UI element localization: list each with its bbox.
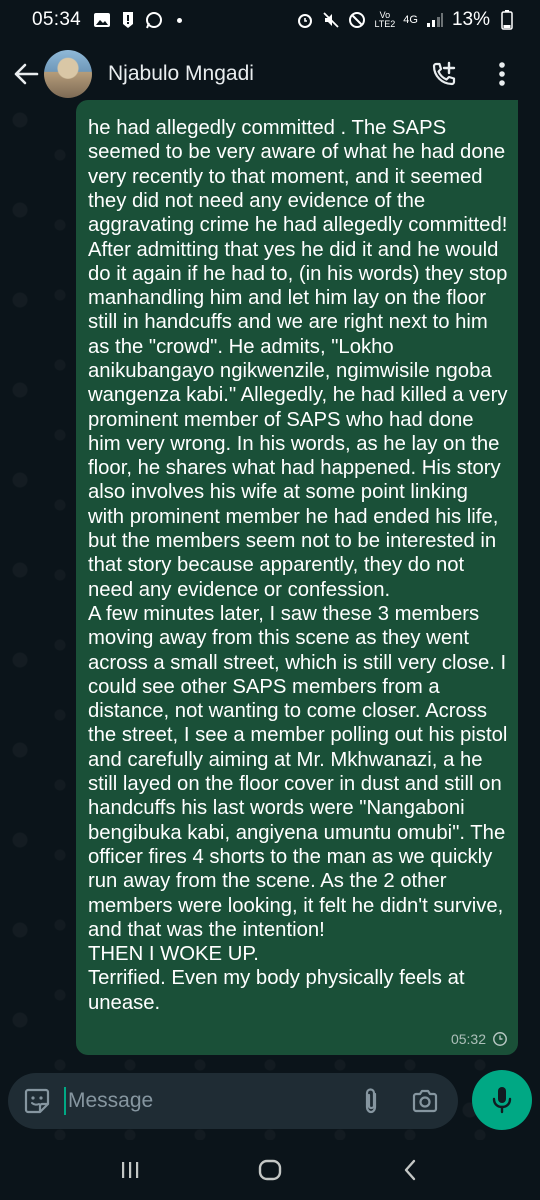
sticker-icon xyxy=(24,1088,50,1114)
message-meta: 05:32 xyxy=(451,1031,508,1047)
header-actions xyxy=(424,54,530,94)
sticker-button[interactable] xyxy=(20,1084,54,1118)
kebab-menu-icon xyxy=(499,62,505,86)
pending-clock-icon xyxy=(493,1032,507,1046)
system-nav-bar xyxy=(0,1140,540,1200)
paperclip-icon xyxy=(365,1088,377,1114)
gallery-icon xyxy=(93,11,111,29)
mute-icon xyxy=(322,11,340,29)
composer-actions xyxy=(356,1081,446,1121)
nav-back-icon xyxy=(404,1159,416,1181)
back-button[interactable] xyxy=(10,54,42,94)
microphone-icon xyxy=(492,1087,512,1114)
do-not-disturb-icon xyxy=(348,11,366,29)
home-button[interactable] xyxy=(250,1150,290,1190)
whatsapp-icon xyxy=(145,11,163,29)
battery-percent: 13% xyxy=(451,9,490,30)
system-icons: Vo LTE2 4G 13% xyxy=(296,9,516,31)
home-icon xyxy=(258,1159,282,1181)
chat-screen: 05:34 Vo LTE2 4G 13% Njabulo Mngadi he h… xyxy=(0,0,540,1200)
message-composer: Message xyxy=(8,1073,458,1129)
nav-back-button[interactable] xyxy=(390,1150,430,1190)
contact-avatar[interactable] xyxy=(44,50,92,98)
add-call-button[interactable] xyxy=(424,54,464,94)
alarm-icon xyxy=(296,11,314,29)
network-type: 4G xyxy=(403,14,418,26)
battery-icon xyxy=(498,10,516,30)
message-input[interactable]: Message xyxy=(68,1089,356,1113)
message-text: he had allegedly committed . The SAPS se… xyxy=(88,117,508,1014)
volte-label: Vo LTE2 xyxy=(374,10,396,29)
recent-apps-icon xyxy=(122,1162,139,1178)
more-options-button[interactable] xyxy=(482,54,522,94)
attach-button[interactable] xyxy=(356,1081,386,1121)
alert-icon xyxy=(119,11,137,29)
contact-name[interactable]: Njabulo Mngadi xyxy=(108,62,254,86)
outgoing-message-bubble[interactable]: he had allegedly committed . The SAPS se… xyxy=(76,100,518,1055)
phone-plus-icon xyxy=(432,61,456,86)
chat-header: Njabulo Mngadi xyxy=(0,40,540,108)
message-time: 05:32 xyxy=(450,1031,486,1047)
camera-icon xyxy=(412,1089,438,1113)
more-notifications-dot xyxy=(177,17,183,23)
voice-message-button[interactable] xyxy=(472,1070,532,1130)
signal-icon xyxy=(426,11,444,29)
recent-apps-button[interactable] xyxy=(110,1150,150,1190)
camera-button[interactable] xyxy=(408,1081,442,1121)
status-time: 05:34 xyxy=(32,9,82,30)
status-bar: 05:34 Vo LTE2 4G 13% xyxy=(0,0,540,40)
back-arrow-icon xyxy=(14,63,39,85)
text-caret xyxy=(64,1087,66,1115)
notification-icons xyxy=(93,11,183,29)
